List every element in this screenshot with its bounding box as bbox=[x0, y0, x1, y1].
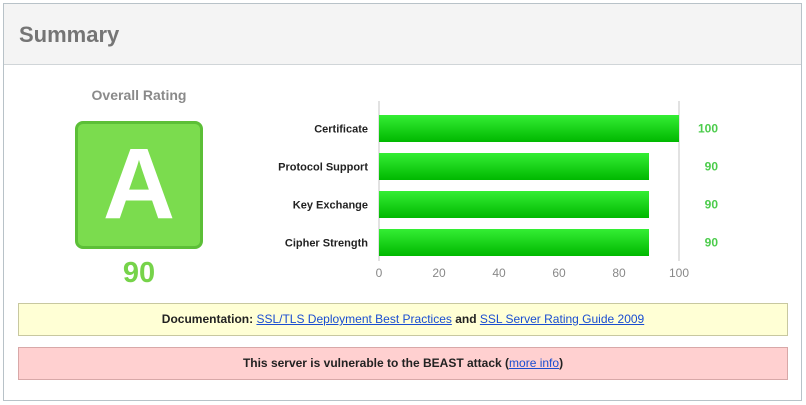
value-label: 100 bbox=[698, 122, 718, 136]
x-tick-label: 20 bbox=[432, 266, 446, 280]
bar-cipher-strength bbox=[379, 229, 649, 256]
value-label: 90 bbox=[705, 160, 719, 174]
summary-panel: Summary Overall Rating A 90 0 20 40 60 80 100… bbox=[3, 3, 802, 401]
rating-chart: 0 20 40 60 80 100 Certificate 100 Protocol Suppo… bbox=[278, 101, 719, 280]
value-label: 90 bbox=[705, 198, 719, 212]
x-tick-label: 100 bbox=[669, 266, 689, 280]
documentation-bar: Documentation: SSL/TLS Deployment Best P… bbox=[18, 303, 788, 336]
warning-suffix: ) bbox=[559, 356, 564, 370]
x-tick-label: 0 bbox=[376, 266, 383, 280]
x-tick-label: 40 bbox=[492, 266, 506, 280]
x-tick-label: 80 bbox=[612, 266, 626, 280]
category-label: Cipher Strength bbox=[285, 238, 368, 250]
category-label: Protocol Support bbox=[278, 162, 368, 174]
category-label: Key Exchange bbox=[293, 200, 368, 212]
deployment-best-practices-link[interactable]: SSL/TLS Deployment Best Practices bbox=[256, 312, 451, 326]
x-tick-label: 60 bbox=[552, 266, 566, 280]
warning-text: This server is vulnerable to the BEAST a… bbox=[242, 356, 510, 370]
bar-certificate bbox=[379, 115, 679, 142]
category-label: Certificate bbox=[314, 124, 368, 136]
value-label: 90 bbox=[705, 236, 719, 250]
documentation-prefix: Documentation: bbox=[161, 312, 257, 326]
bar-protocol-support bbox=[379, 153, 649, 180]
bar-key-exchange bbox=[379, 191, 649, 218]
beast-warning-bar: This server is vulnerable to the BEAST a… bbox=[18, 347, 788, 380]
documentation-and: and bbox=[451, 312, 480, 326]
rating-guide-link[interactable]: SSL Server Rating Guide 2009 bbox=[480, 312, 644, 326]
more-info-link[interactable]: more info bbox=[509, 356, 559, 370]
